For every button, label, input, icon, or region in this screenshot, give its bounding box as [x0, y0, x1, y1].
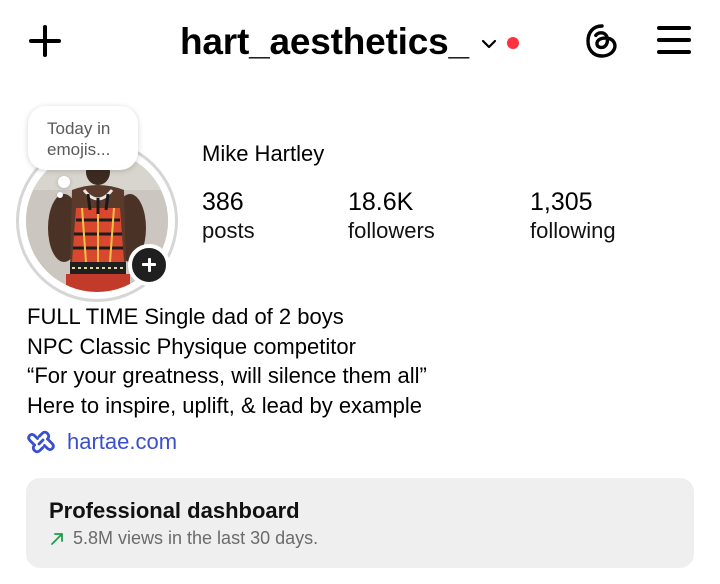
note-text: Today in emojis... [47, 119, 111, 159]
following-label: following [530, 218, 616, 243]
bio-line: “For your greatness, will silence them a… [27, 363, 427, 388]
username: hart_aesthetics_ [180, 21, 469, 62]
chevron-down-icon [481, 39, 496, 49]
professional-dashboard-card[interactable]: Professional dashboard 5.8M views in the… [26, 478, 694, 568]
bio: FULL TIME Single dad of 2 boys NPC Class… [27, 302, 687, 420]
notification-dot [506, 37, 519, 49]
bio-line: FULL TIME Single dad of 2 boys [27, 304, 344, 329]
account-switcher[interactable]: hart_aesthetics_ [180, 14, 519, 70]
link-text: hartae.com [67, 429, 178, 454]
link-icon [27, 430, 55, 454]
stat-followers[interactable]: 18.6K followers [348, 186, 435, 244]
add-story-plus-icon[interactable] [128, 244, 170, 286]
threads-icon[interactable] [583, 22, 621, 60]
dashboard-views-text: 5.8M views in the last 30 days. [73, 528, 319, 548]
display-name: Mike Hartley [202, 141, 325, 166]
note-bubble-tail [58, 176, 70, 188]
create-plus-icon[interactable] [26, 22, 64, 60]
stat-posts[interactable]: 386 posts [202, 186, 255, 244]
posts-count: 386 [202, 188, 244, 216]
trend-up-arrow-icon [51, 532, 63, 545]
following-count: 1,305 [530, 188, 593, 216]
hamburger-menu-icon[interactable] [656, 24, 692, 56]
bio-line: Here to inspire, uplift, & lead by examp… [27, 392, 422, 418]
bio-link[interactable]: hartae.com [26, 426, 177, 458]
note-bubble-tail-small [57, 192, 63, 198]
note-bubble[interactable]: Today in emojis... [28, 106, 138, 170]
dashboard-title: Professional dashboard [49, 498, 300, 523]
followers-count: 18.6K [348, 188, 414, 216]
dashboard-subtitle: 5.8M views in the last 30 days. [49, 528, 318, 549]
bio-line: NPC Classic Physique competitor [27, 333, 356, 359]
followers-label: followers [348, 218, 435, 243]
stat-following[interactable]: 1,305 following [530, 186, 616, 244]
posts-label: posts [202, 218, 255, 243]
profile-header: hart_aesthetics_ [0, 0, 720, 84]
